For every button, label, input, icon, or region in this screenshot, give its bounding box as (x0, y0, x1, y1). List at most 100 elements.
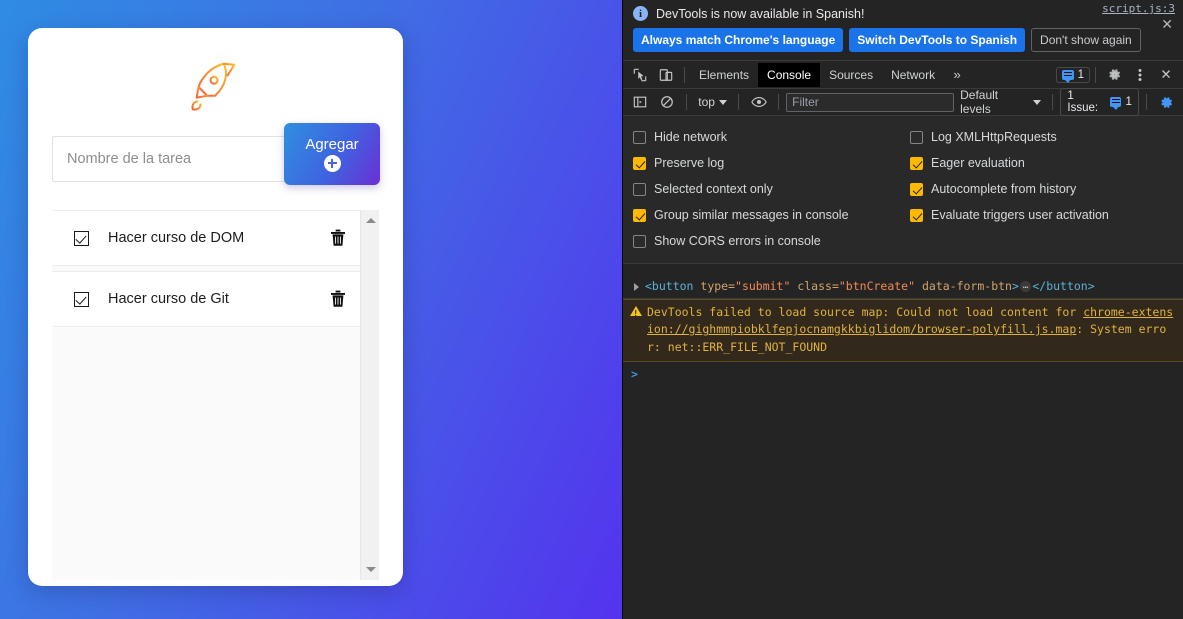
dont-show-again-button[interactable]: Don't show again (1031, 28, 1141, 52)
code-attr1-value: "submit" (735, 279, 791, 293)
issues-count: 1 (1125, 96, 1132, 108)
live-expression-eye-icon[interactable] (746, 90, 771, 114)
checkbox[interactable] (910, 156, 923, 170)
setting-preserve-log[interactable]: Preserve log (633, 156, 910, 170)
checkbox[interactable] (633, 182, 646, 196)
info-icon: i (633, 6, 648, 21)
gear-glyph (1108, 69, 1120, 80)
setting-eager-evaluation[interactable]: Eager evaluation (910, 156, 1173, 170)
code-attr1-name: type= (693, 279, 736, 293)
divider (1052, 94, 1054, 110)
setting-hide-network[interactable]: Hide network (633, 130, 910, 144)
console-warning-message: DevTools failed to load source map: Coul… (623, 299, 1183, 362)
checkbox[interactable] (633, 130, 646, 144)
device-toolbar-glyph (659, 68, 673, 81)
code-tag-open: <button (645, 279, 694, 293)
setting-log-xmlhttprequests[interactable]: Log XMLHttpRequests (910, 130, 1173, 144)
task-checkbox[interactable] (74, 230, 89, 246)
scroll-up-arrow-icon[interactable] (361, 212, 380, 229)
log-levels-value: Default levels (960, 88, 999, 116)
chevron-down-icon (1033, 99, 1042, 105)
console-settings-panel: Hide network Log XMLHttpRequests Preserv… (623, 116, 1183, 264)
console-message-element: script.js:3 <button type="submit" class=… (623, 2, 1183, 299)
gear-icon-active[interactable] (1154, 90, 1179, 114)
inspect-element-icon[interactable] (627, 63, 653, 87)
context-selector[interactable]: top (694, 93, 731, 111)
delete-task-button[interactable] (330, 229, 346, 247)
chevron-down-icon (718, 99, 727, 105)
log-levels-selector[interactable]: Default levels (956, 86, 1045, 118)
message-count-badge[interactable]: 1 (1055, 66, 1090, 83)
warning-text-before: DevTools failed to load source map: Coul… (647, 305, 1084, 319)
web-page-viewport: Agregar Hacer curso de DOM (0, 0, 622, 619)
setting-label: Preserve log (654, 156, 725, 170)
trash-icon (331, 229, 345, 246)
setting-selected-context-only[interactable]: Selected context only (633, 182, 910, 196)
close-icon[interactable]: ✕ (1153, 63, 1179, 87)
issues-badge-icon (1109, 97, 1122, 110)
checkbox[interactable] (910, 208, 923, 222)
delete-task-button[interactable] (330, 290, 346, 308)
clear-console-icon[interactable] (654, 90, 679, 114)
expand-triangle-icon[interactable] (634, 283, 639, 291)
list-item[interactable]: Hacer curso de Git (52, 271, 360, 327)
add-task-button[interactable]: Agregar (284, 123, 380, 185)
issues-label: 1 Issue: (1067, 90, 1099, 114)
console-filter-bar: top Default levels 1 Issue: 1 (623, 86, 1183, 118)
task-list-scrollbar[interactable] (360, 210, 379, 580)
console-output: script.js:3 <button type="submit" class=… (623, 2, 1183, 619)
console-prompt[interactable]: > (623, 362, 1183, 386)
setting-label: Selected context only (654, 182, 773, 196)
tab-console[interactable]: Console (758, 62, 821, 87)
context-selector-value: top (698, 95, 715, 109)
list-item[interactable]: Hacer curso de DOM (52, 210, 360, 266)
setting-group-similar-messages[interactable]: Group similar messages in console (633, 208, 910, 222)
checkbox[interactable] (633, 234, 646, 248)
divider (686, 94, 688, 110)
devtools-panel: i DevTools is now available in Spanish! … (622, 0, 1183, 619)
tab-elements[interactable]: Elements (690, 63, 758, 87)
eye-glyph (750, 96, 767, 108)
checkbox[interactable] (910, 130, 923, 144)
collapsed-children-icon[interactable]: … (1019, 281, 1032, 292)
console-filter-input[interactable] (786, 92, 955, 112)
console-sidebar-icon[interactable] (627, 90, 652, 114)
kebab-menu-icon[interactable] (1127, 63, 1153, 87)
setting-label: Autocomplete from history (931, 182, 1077, 196)
task-list-area: Hacer curso de DOM Hacer curso de Git (52, 210, 379, 580)
task-checkbox[interactable] (74, 291, 89, 307)
scroll-down-arrow-icon[interactable] (361, 561, 380, 578)
checkbox[interactable] (633, 156, 646, 170)
tab-network[interactable]: Network (882, 63, 944, 87)
setting-show-cors-errors[interactable]: Show CORS errors in console (633, 234, 910, 248)
add-task-button-label: Agregar (305, 135, 359, 153)
message-count: 1 (1077, 68, 1084, 81)
rocket-icon (191, 62, 235, 111)
gear-icon[interactable] (1101, 63, 1127, 87)
gear-active-glyph (1161, 96, 1173, 108)
code-tag-close-bracket: > (1011, 279, 1019, 293)
setting-label: Evaluate triggers user activation (931, 208, 1109, 222)
checkbox[interactable] (633, 208, 646, 222)
tab-sources[interactable]: Sources (820, 63, 882, 87)
divider (737, 94, 739, 110)
switch-to-spanish-button[interactable]: Switch DevTools to Spanish (849, 28, 1026, 52)
kebab-glyph (1138, 68, 1142, 81)
checkbox[interactable] (910, 182, 923, 196)
device-toolbar-icon[interactable] (653, 63, 679, 87)
setting-evaluate-triggers-user-activation[interactable]: Evaluate triggers user activation (910, 208, 1173, 222)
divider (1095, 66, 1096, 83)
code-attr2-value: "btnCreate" (838, 279, 916, 293)
task-list: Hacer curso de DOM Hacer curso de Git (52, 210, 360, 580)
always-match-language-button[interactable]: Always match Chrome's language (633, 28, 844, 52)
issues-chip[interactable]: 1 Issue: 1 (1060, 88, 1139, 116)
divider (778, 94, 780, 110)
setting-label: Log XMLHttpRequests (931, 130, 1057, 144)
divider (684, 66, 685, 83)
chevron-double-right-icon[interactable]: » (944, 63, 970, 87)
close-icon[interactable]: ✕ (1161, 17, 1173, 31)
devtools-language-banner: i DevTools is now available in Spanish! … (623, 0, 1183, 61)
setting-autocomplete-from-history[interactable]: Autocomplete from history (910, 182, 1173, 196)
banner-message: DevTools is now available in Spanish! (656, 6, 865, 21)
devtools-tabbar: Elements Console Sources Network » 1 ✕ (623, 61, 1183, 89)
